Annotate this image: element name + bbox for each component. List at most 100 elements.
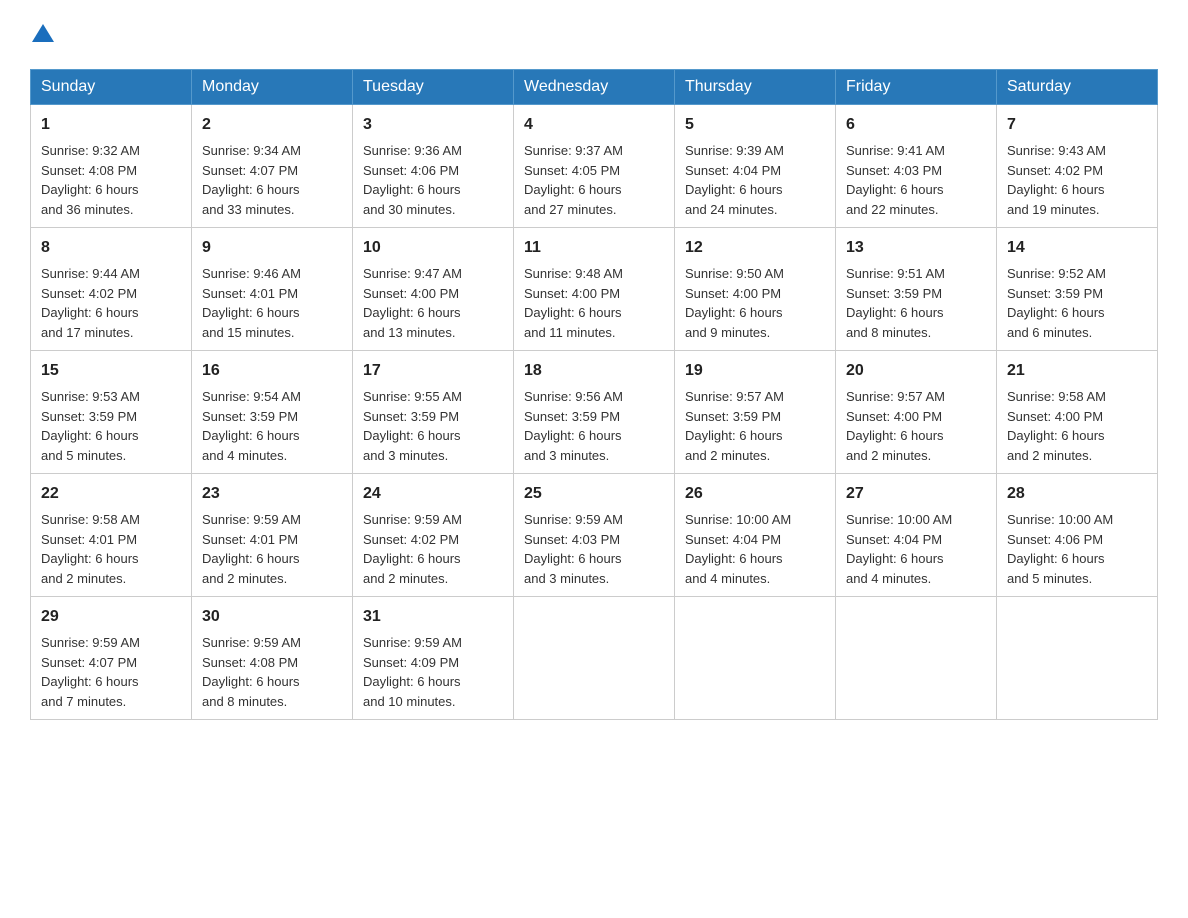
day-number: 2	[202, 113, 342, 137]
calendar-header-row: SundayMondayTuesdayWednesdayThursdayFrid…	[31, 70, 1158, 105]
day-number: 13	[846, 236, 986, 260]
day-number: 8	[41, 236, 181, 260]
calendar-cell: 26 Sunrise: 10:00 AMSunset: 4:04 PMDaylig…	[675, 474, 836, 597]
day-number: 23	[202, 482, 342, 506]
calendar-table: SundayMondayTuesdayWednesdayThursdayFrid…	[30, 69, 1158, 720]
day-number: 29	[41, 605, 181, 629]
day-info: Sunrise: 9:36 AMSunset: 4:06 PMDaylight:…	[363, 141, 503, 219]
day-info: Sunrise: 9:48 AMSunset: 4:00 PMDaylight:…	[524, 264, 664, 342]
day-number: 28	[1007, 482, 1147, 506]
calendar-cell: 13 Sunrise: 9:51 AMSunset: 3:59 PMDayligh…	[836, 228, 997, 351]
calendar-week-5: 29 Sunrise: 9:59 AMSunset: 4:07 PMDayligh…	[31, 597, 1158, 720]
day-info: Sunrise: 10:00 AMSunset: 4:04 PMDaylight…	[685, 510, 825, 588]
day-info: Sunrise: 9:59 AMSunset: 4:09 PMDaylight:…	[363, 633, 503, 711]
day-info: Sunrise: 9:32 AMSunset: 4:08 PMDaylight:…	[41, 141, 181, 219]
day-info: Sunrise: 9:43 AMSunset: 4:02 PMDaylight:…	[1007, 141, 1147, 219]
day-info: Sunrise: 9:41 AMSunset: 4:03 PMDaylight:…	[846, 141, 986, 219]
calendar-cell: 15 Sunrise: 9:53 AMSunset: 3:59 PMDayligh…	[31, 351, 192, 474]
calendar-cell: 11 Sunrise: 9:48 AMSunset: 4:00 PMDayligh…	[514, 228, 675, 351]
day-number: 31	[363, 605, 503, 629]
calendar-header-saturday: Saturday	[997, 70, 1158, 105]
day-info: Sunrise: 9:56 AMSunset: 3:59 PMDaylight:…	[524, 387, 664, 465]
day-number: 25	[524, 482, 664, 506]
calendar-cell	[997, 597, 1158, 720]
calendar-body: 1 Sunrise: 9:32 AMSunset: 4:08 PMDaylight…	[31, 105, 1158, 720]
calendar-cell: 2Sunrise: 9:34 AMSunset: 4:07 PMDaylight…	[192, 105, 353, 228]
calendar-cell: 6 Sunrise: 9:41 AMSunset: 4:03 PMDaylight…	[836, 105, 997, 228]
day-info: Sunrise: 9:53 AMSunset: 3:59 PMDaylight:…	[41, 387, 181, 465]
calendar-cell: 4Sunrise: 9:37 AMSunset: 4:05 PMDaylight…	[514, 105, 675, 228]
day-number: 27	[846, 482, 986, 506]
day-number: 1	[41, 113, 181, 137]
calendar-header-friday: Friday	[836, 70, 997, 105]
day-info: Sunrise: 9:58 AMSunset: 4:01 PMDaylight:…	[41, 510, 181, 588]
calendar-cell: 7 Sunrise: 9:43 AMSunset: 4:02 PMDaylight…	[997, 105, 1158, 228]
page-header	[30, 20, 1158, 49]
day-number: 7	[1007, 113, 1147, 137]
calendar-cell: 10Sunrise: 9:47 AMSunset: 4:00 PMDayligh…	[353, 228, 514, 351]
calendar-cell: 9 Sunrise: 9:46 AMSunset: 4:01 PMDaylight…	[192, 228, 353, 351]
day-number: 12	[685, 236, 825, 260]
calendar-cell: 31 Sunrise: 9:59 AMSunset: 4:09 PMDayligh…	[353, 597, 514, 720]
day-number: 16	[202, 359, 342, 383]
day-number: 11	[524, 236, 664, 260]
calendar-header-sunday: Sunday	[31, 70, 192, 105]
calendar-cell: 23 Sunrise: 9:59 AMSunset: 4:01 PMDayligh…	[192, 474, 353, 597]
day-info: Sunrise: 9:57 AMSunset: 3:59 PMDaylight:…	[685, 387, 825, 465]
day-number: 14	[1007, 236, 1147, 260]
calendar-cell: 17Sunrise: 9:55 AMSunset: 3:59 PMDayligh…	[353, 351, 514, 474]
day-number: 4	[524, 113, 664, 137]
logo-triangle-icon	[32, 22, 54, 44]
calendar-cell	[675, 597, 836, 720]
day-number: 22	[41, 482, 181, 506]
day-info: Sunrise: 9:52 AMSunset: 3:59 PMDaylight:…	[1007, 264, 1147, 342]
calendar-cell: 1 Sunrise: 9:32 AMSunset: 4:08 PMDaylight…	[31, 105, 192, 228]
day-info: Sunrise: 9:59 AMSunset: 4:08 PMDaylight:…	[202, 633, 342, 711]
calendar-cell: 12 Sunrise: 9:50 AMSunset: 4:00 PMDayligh…	[675, 228, 836, 351]
calendar-week-3: 15 Sunrise: 9:53 AMSunset: 3:59 PMDayligh…	[31, 351, 1158, 474]
day-info: Sunrise: 9:57 AMSunset: 4:00 PMDaylight:…	[846, 387, 986, 465]
calendar-cell: 24 Sunrise: 9:59 AMSunset: 4:02 PMDayligh…	[353, 474, 514, 597]
day-number: 24	[363, 482, 503, 506]
day-info: Sunrise: 9:54 AMSunset: 3:59 PMDaylight:…	[202, 387, 342, 465]
logo	[30, 20, 54, 49]
day-number: 30	[202, 605, 342, 629]
calendar-cell: 30 Sunrise: 9:59 AMSunset: 4:08 PMDayligh…	[192, 597, 353, 720]
day-info: Sunrise: 9:50 AMSunset: 4:00 PMDaylight:…	[685, 264, 825, 342]
calendar-cell: 20 Sunrise: 9:57 AMSunset: 4:00 PMDayligh…	[836, 351, 997, 474]
day-number: 17	[363, 359, 503, 383]
calendar-header-wednesday: Wednesday	[514, 70, 675, 105]
calendar-cell: 18Sunrise: 9:56 AMSunset: 3:59 PMDayligh…	[514, 351, 675, 474]
day-number: 5	[685, 113, 825, 137]
calendar-cell: 8 Sunrise: 9:44 AMSunset: 4:02 PMDaylight…	[31, 228, 192, 351]
day-info: Sunrise: 9:58 AMSunset: 4:00 PMDaylight:…	[1007, 387, 1147, 465]
calendar-cell: 22 Sunrise: 9:58 AMSunset: 4:01 PMDayligh…	[31, 474, 192, 597]
calendar-cell	[836, 597, 997, 720]
calendar-header-thursday: Thursday	[675, 70, 836, 105]
calendar-cell: 5 Sunrise: 9:39 AMSunset: 4:04 PMDaylight…	[675, 105, 836, 228]
day-info: Sunrise: 9:46 AMSunset: 4:01 PMDaylight:…	[202, 264, 342, 342]
day-info: Sunrise: 9:44 AMSunset: 4:02 PMDaylight:…	[41, 264, 181, 342]
day-info: Sunrise: 9:59 AMSunset: 4:01 PMDaylight:…	[202, 510, 342, 588]
day-info: Sunrise: 9:59 AMSunset: 4:02 PMDaylight:…	[363, 510, 503, 588]
calendar-week-1: 1 Sunrise: 9:32 AMSunset: 4:08 PMDaylight…	[31, 105, 1158, 228]
day-info: Sunrise: 9:59 AMSunset: 4:07 PMDaylight:…	[41, 633, 181, 711]
day-info: Sunrise: 9:47 AMSunset: 4:00 PMDaylight:…	[363, 264, 503, 342]
day-info: Sunrise: 10:00 AMSunset: 4:06 PMDaylight…	[1007, 510, 1147, 588]
day-number: 6	[846, 113, 986, 137]
day-number: 15	[41, 359, 181, 383]
day-info: Sunrise: 9:59 AMSunset: 4:03 PMDaylight:…	[524, 510, 664, 588]
calendar-cell: 3Sunrise: 9:36 AMSunset: 4:06 PMDaylight…	[353, 105, 514, 228]
day-number: 9	[202, 236, 342, 260]
calendar-cell: 28 Sunrise: 10:00 AMSunset: 4:06 PMDaylig…	[997, 474, 1158, 597]
day-info: Sunrise: 9:51 AMSunset: 3:59 PMDaylight:…	[846, 264, 986, 342]
calendar-week-4: 22 Sunrise: 9:58 AMSunset: 4:01 PMDayligh…	[31, 474, 1158, 597]
day-number: 19	[685, 359, 825, 383]
day-number: 20	[846, 359, 986, 383]
day-number: 26	[685, 482, 825, 506]
day-number: 21	[1007, 359, 1147, 383]
calendar-cell: 14 Sunrise: 9:52 AMSunset: 3:59 PMDayligh…	[997, 228, 1158, 351]
day-info: Sunrise: 9:39 AMSunset: 4:04 PMDaylight:…	[685, 141, 825, 219]
calendar-cell: 19 Sunrise: 9:57 AMSunset: 3:59 PMDayligh…	[675, 351, 836, 474]
calendar-cell: 29 Sunrise: 9:59 AMSunset: 4:07 PMDayligh…	[31, 597, 192, 720]
